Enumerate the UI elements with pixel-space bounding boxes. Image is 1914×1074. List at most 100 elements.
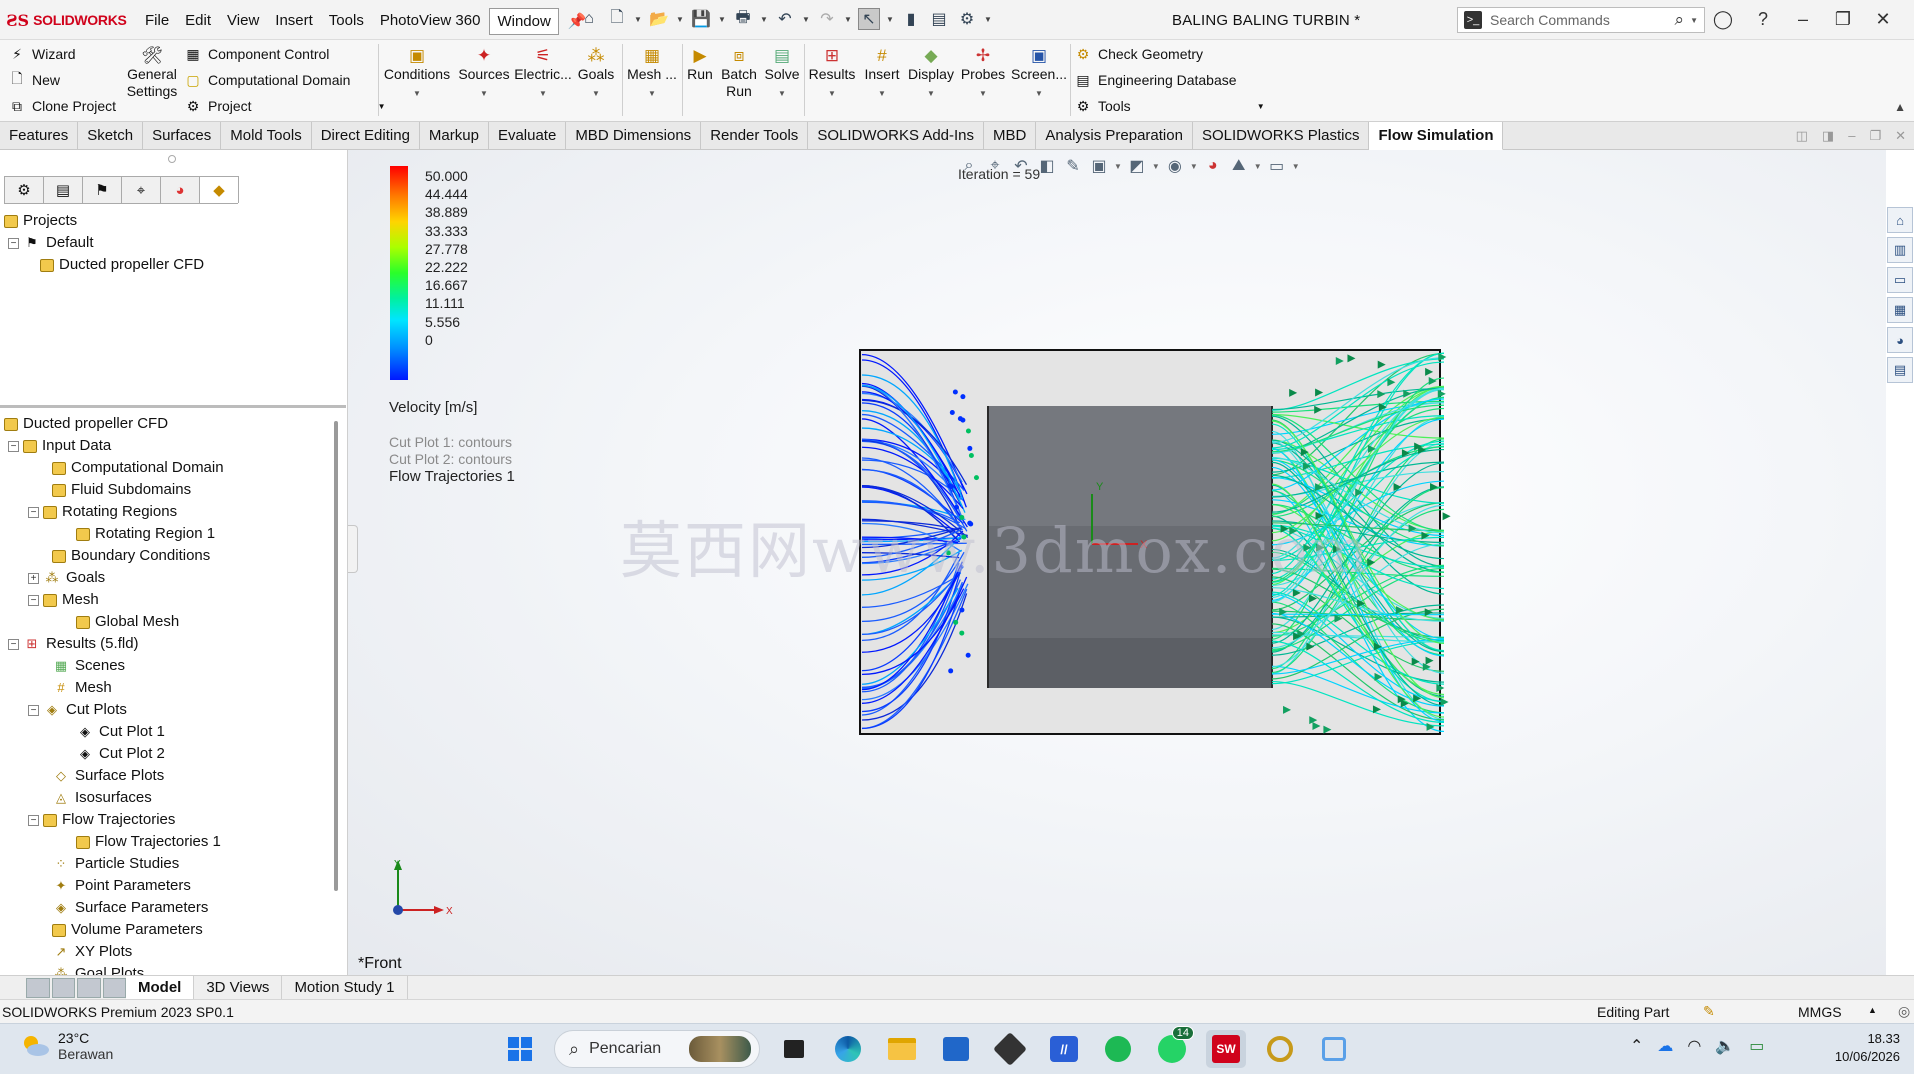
insert-dropdown-icon[interactable]: ▼ (878, 85, 886, 102)
menu-window[interactable]: Window (489, 8, 559, 35)
tree-node-goal-plots[interactable]: ⁂ Goal Plots (4, 963, 224, 975)
new-project-button[interactable]: 🗋 New (8, 70, 60, 89)
solidworks-logo[interactable]: ƧS SOLIDWORKS (6, 9, 127, 31)
collapse-icon[interactable]: − (28, 594, 39, 606)
run-button[interactable]: ▶ Run (684, 44, 716, 83)
tree-node-volume-parameters[interactable]: Volume Parameters (4, 919, 224, 941)
component-control-button[interactable]: ▦ Component Control (184, 45, 329, 63)
computational-domain-button[interactable]: ▢ Computational Domain (184, 71, 350, 89)
tab-motion-study-1[interactable]: Motion Study 1 (282, 975, 408, 1000)
tools-button[interactable]: ⚙ Tools ▼ (1074, 97, 1265, 115)
tree-node-goals[interactable]: + ⁂ Goals (4, 567, 224, 589)
clone-project-button[interactable]: ⧉ Clone Project (8, 97, 116, 115)
restore-button[interactable]: ❐ (1830, 6, 1856, 32)
tree-node-xy-plots[interactable]: ↗ XY Plots (4, 941, 224, 963)
unit-system[interactable]: MMGS (1798, 1004, 1842, 1020)
first-tab-icon[interactable] (26, 977, 50, 998)
solve-dropdown-icon[interactable]: ▼ (778, 85, 786, 102)
dimxpert-tab-icon[interactable]: ⌖ (121, 176, 161, 203)
tab-mbd-dimensions[interactable]: MBD Dimensions (566, 122, 702, 150)
options-dropdown-icon[interactable]: ▼ (984, 15, 992, 24)
spotify-icon[interactable] (1098, 1030, 1138, 1068)
property-manager-tab-icon[interactable]: ▤ (43, 176, 83, 203)
search-input[interactable]: Search Commands (1490, 12, 1675, 28)
tab-3d-views[interactable]: 3D Views (194, 975, 283, 1000)
tree-node-projects[interactable]: Projects (4, 210, 204, 232)
tab-flow-simulation[interactable]: Flow Simulation (1369, 122, 1504, 150)
tree-node-computational-domain[interactable]: Computational Domain (4, 457, 224, 479)
batch-run-button[interactable]: ⧈ Batch Run (718, 44, 760, 100)
solidworks-taskbar-icon[interactable]: SW (1206, 1030, 1246, 1068)
minimize-button[interactable]: – (1790, 6, 1816, 32)
print-dropdown-icon[interactable]: ▼ (760, 15, 768, 24)
whatsapp-icon[interactable]: 14 (1152, 1026, 1194, 1068)
tab-solidworks-plastics[interactable]: SOLIDWORKS Plastics (1193, 122, 1370, 150)
file-explorer-taskbar-icon[interactable] (882, 1030, 922, 1068)
last-tab-icon[interactable] (102, 977, 126, 998)
tree-node-root[interactable]: Ducted propeller CFD (4, 413, 224, 435)
sources-button[interactable]: ✦ Sources ▼ (456, 44, 512, 102)
insert-button[interactable]: # Insert ▼ (860, 44, 904, 102)
menu-edit[interactable]: Edit (178, 8, 218, 35)
tree-node-rotating-regions[interactable]: − Rotating Regions (4, 501, 224, 523)
probes-dropdown-icon[interactable]: ▼ (979, 85, 987, 102)
save-dropdown-icon[interactable]: ▼ (718, 15, 726, 24)
save-icon[interactable]: 💾 (690, 8, 712, 30)
tile-left-icon[interactable]: ◫ (1796, 128, 1808, 144)
tree-node-results-mesh[interactable]: # Mesh (4, 677, 224, 699)
tree-node-cut-plot-1[interactable]: ◈ Cut Plot 1 (4, 721, 224, 743)
search-icon[interactable]: ⌕ (1675, 10, 1685, 30)
solidworks-resources-icon[interactable]: ⌂ (1887, 207, 1913, 233)
wizard-button[interactable]: ⚡ Wizard (8, 45, 75, 63)
tree-node-flow-trajectories-1[interactable]: Flow Trajectories 1 (4, 831, 224, 853)
results-dropdown-icon[interactable]: ▼ (828, 85, 836, 102)
undo-icon[interactable]: ↶ (774, 8, 796, 30)
display-style-dropdown-icon[interactable]: ▼ (1152, 162, 1160, 171)
pane-grip-icon[interactable] (168, 155, 176, 163)
edge-browser-icon[interactable] (828, 1030, 868, 1068)
tab-mold-tools[interactable]: Mold Tools (221, 122, 312, 150)
wifi-icon[interactable]: ◠ (1687, 1036, 1701, 1056)
tab-evaluate[interactable]: Evaluate (489, 122, 567, 150)
units-dropdown-icon[interactable]: ▲ (1868, 1005, 1877, 1015)
file-explorer-icon[interactable]: ▭ (1887, 267, 1913, 293)
view-orientation-icon[interactable]: ▣ (1088, 155, 1110, 177)
start-button[interactable] (500, 1030, 540, 1068)
traffic-light-icon[interactable]: ▮ (900, 8, 922, 30)
collapse-icon[interactable]: − (28, 814, 39, 826)
collapse-icon[interactable]: − (8, 638, 19, 650)
tab-features[interactable]: Features (0, 122, 79, 150)
general-settings-button[interactable]: 🛠 General Settings (124, 44, 180, 100)
prev-tab-icon[interactable] (51, 977, 75, 998)
file-properties-icon[interactable]: ▤ (928, 8, 950, 30)
view-settings-icon[interactable]: ▭ (1266, 155, 1288, 177)
probes-button[interactable]: ✢ Probes ▼ (958, 44, 1008, 102)
tab-render-tools[interactable]: Render Tools (701, 122, 809, 150)
tools-dropdown-icon[interactable]: ▼ (1257, 102, 1265, 111)
snipping-tool-icon[interactable] (1314, 1030, 1354, 1068)
onedrive-icon[interactable]: ☁ (1657, 1036, 1673, 1056)
task-view-icon[interactable] (774, 1030, 814, 1068)
rebuild-icon[interactable]: ✎ (1703, 1003, 1715, 1020)
tree-node-scenes[interactable]: ▦ Scenes (4, 655, 224, 677)
feature-manager-tab-icon[interactable]: ⚙ (4, 176, 44, 203)
search-dropdown-icon[interactable]: ▼ (1690, 16, 1698, 25)
collapse-ribbon-icon[interactable]: ▲ (1894, 100, 1906, 114)
open-dropdown-icon[interactable]: ▼ (676, 15, 684, 24)
new-document-icon[interactable]: 🗋 (606, 8, 628, 30)
appearances-icon[interactable]: ◕ (1887, 327, 1913, 353)
menu-photoview[interactable]: PhotoView 360 (373, 8, 488, 35)
battery-icon[interactable]: ▭ (1749, 1036, 1764, 1056)
tree-node-boundary-conditions[interactable]: Boundary Conditions (4, 545, 224, 567)
home-icon[interactable]: ⌂ (578, 8, 600, 30)
design-library-icon[interactable]: ▥ (1887, 237, 1913, 263)
sources-dropdown-icon[interactable]: ▼ (480, 85, 488, 102)
screen-button[interactable]: ▣ Screen... ▼ (1010, 44, 1068, 102)
viewport-minimize-icon[interactable]: – (1848, 128, 1855, 144)
show-hidden-icons-icon[interactable]: ⌃ (1630, 1036, 1643, 1056)
collapse-icon[interactable]: − (8, 440, 19, 452)
tree-node-project[interactable]: Ducted propeller CFD (4, 254, 204, 276)
electric-dropdown-icon[interactable]: ▼ (539, 85, 547, 102)
tab-scroll-arrows[interactable] (26, 977, 126, 998)
tree-node-input-data[interactable]: − Input Data (4, 435, 224, 457)
